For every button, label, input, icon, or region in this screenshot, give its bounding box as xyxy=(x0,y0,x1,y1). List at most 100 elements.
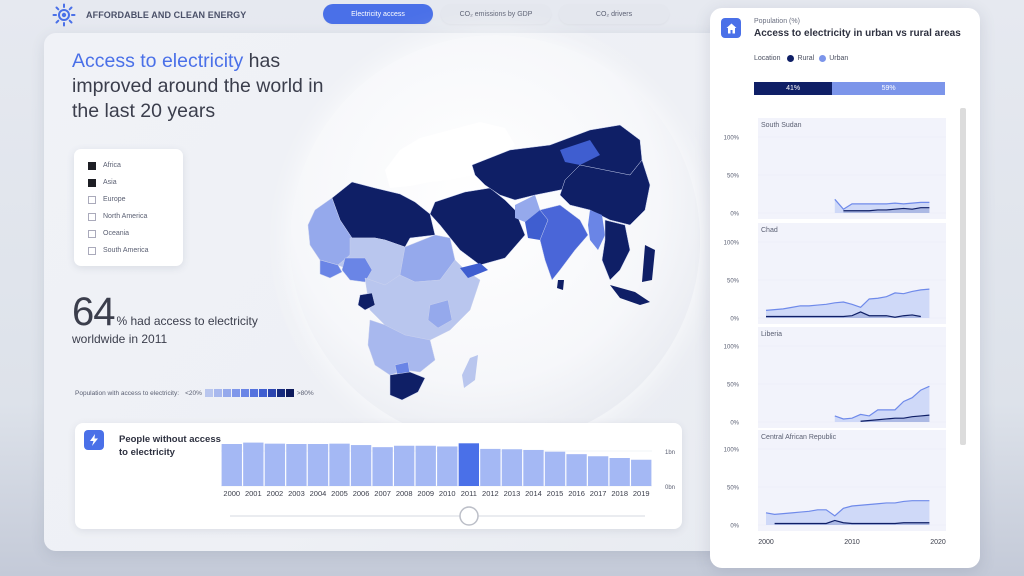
map-region-indonesia[interactable] xyxy=(610,285,650,305)
bar-2012[interactable] xyxy=(480,448,501,486)
checkbox-africa[interactable] xyxy=(88,161,96,170)
map-region-southeast-asia[interactable] xyxy=(601,219,631,281)
x-tick-label: 2010 xyxy=(844,539,860,546)
brand: AFFORDABLE AND CLEAN ENERGY xyxy=(52,3,246,27)
bar-2018[interactable] xyxy=(609,458,630,486)
scale-swatch xyxy=(285,389,294,397)
choropleth-map[interactable] xyxy=(290,110,690,410)
x-tick-label: 2002 xyxy=(267,489,284,498)
scale-swatch xyxy=(204,389,213,397)
bar-2017[interactable] xyxy=(587,456,609,486)
x-tick-label: 2019 xyxy=(633,489,650,498)
x-tick-label: 2009 xyxy=(417,489,434,498)
scale-swatch xyxy=(222,389,231,397)
filter-item-asia[interactable]: Asia xyxy=(88,174,183,191)
region-filter: Africa Asia Europe North America Oceania… xyxy=(74,149,183,266)
checkbox-north-america[interactable] xyxy=(88,212,96,221)
headline-accent: Access to electricity xyxy=(72,50,244,72)
checkbox-oceania[interactable] xyxy=(88,229,96,238)
checkbox-europe[interactable] xyxy=(88,195,96,204)
x-tick-label: 2001 xyxy=(245,489,262,498)
filter-item-north-america[interactable]: North America xyxy=(88,208,183,225)
map-region-madagascar[interactable] xyxy=(462,355,478,388)
x-tick-label: 2003 xyxy=(288,489,305,498)
small-multiple-title: South Sudan xyxy=(761,122,802,129)
bar-2010[interactable] xyxy=(437,446,458,486)
bar-2015[interactable] xyxy=(544,451,566,486)
x-tick-label: 2012 xyxy=(482,489,499,498)
x-tick-label: 2010 xyxy=(439,489,456,498)
bar-2014[interactable] xyxy=(523,449,544,486)
bar-2000[interactable] xyxy=(221,444,242,486)
y-tick-label: 0% xyxy=(730,212,739,218)
filter-label: North America xyxy=(103,213,148,220)
scale-swatch xyxy=(258,389,267,397)
map-region-philippines[interactable] xyxy=(642,245,655,282)
bar-2002[interactable] xyxy=(264,443,286,486)
checkbox-south-america[interactable] xyxy=(88,246,96,255)
scale-swatch xyxy=(267,389,276,397)
bar-2003[interactable] xyxy=(286,444,307,486)
kpi-value: 64 xyxy=(72,290,115,334)
y-tick-label: 100% xyxy=(724,241,740,247)
bar-2011[interactable] xyxy=(458,443,479,486)
filter-label: Asia xyxy=(103,179,117,186)
y-tick-label: 100% xyxy=(724,345,740,351)
sun-icon xyxy=(52,3,76,27)
people-without-access-bar-chart: 2000 2001 2002 2003 2004 2005 2006 2007 2008 2009… xyxy=(221,442,675,526)
filter-label: Europe xyxy=(103,196,126,203)
scale-swatches xyxy=(204,389,294,397)
filter-item-oceania[interactable]: Oceania xyxy=(88,225,183,242)
filter-item-europe[interactable]: Europe xyxy=(88,191,183,208)
bar-2006[interactable] xyxy=(350,445,372,486)
y-tick-label: 1bn xyxy=(665,450,675,456)
bar-2005[interactable] xyxy=(329,443,350,486)
y-tick-label: 0% xyxy=(730,317,739,323)
bar-2016[interactable] xyxy=(566,454,587,486)
page-tabs: Electricity access CO₂ emissions by GDP … xyxy=(323,4,669,24)
small-multiple-title: Liberia xyxy=(761,331,782,338)
x-tick-label: 2013 xyxy=(504,489,521,498)
bar-2009[interactable] xyxy=(415,445,436,486)
tab-co2-emissions-by-gdp[interactable]: CO₂ emissions by GDP xyxy=(441,4,551,24)
bar-2007[interactable] xyxy=(372,447,393,486)
map-region-india[interactable] xyxy=(539,204,589,281)
bar-2013[interactable] xyxy=(501,449,523,486)
x-tick-label: 2000 xyxy=(758,539,774,546)
y-tick-label: 50% xyxy=(727,383,740,389)
scale-swatch xyxy=(276,389,285,397)
map-region-south-africa[interactable] xyxy=(389,371,426,401)
kpi: 64% had access to electricity xyxy=(72,290,258,335)
page-headline: Access to electricity has improved aroun… xyxy=(72,49,332,124)
x-tick-label: 2005 xyxy=(331,489,348,498)
bar-2019[interactable] xyxy=(631,459,652,486)
filter-label: Africa xyxy=(103,162,121,169)
y-tick-label: 100% xyxy=(724,448,740,454)
filter-label: South America xyxy=(103,247,149,254)
filter-item-south-america[interactable]: South America xyxy=(88,242,183,259)
bar-2001[interactable] xyxy=(243,442,264,486)
y-tick-label: 50% xyxy=(727,279,740,285)
bar-2008[interactable] xyxy=(394,445,415,486)
y-tick-label: 0bn xyxy=(665,485,675,491)
tab-electricity-access[interactable]: Electricity access xyxy=(323,4,433,24)
filter-item-africa[interactable]: Africa xyxy=(88,157,183,174)
x-tick-label: 2000 xyxy=(223,489,240,498)
y-tick-label: 50% xyxy=(727,486,740,492)
checkbox-asia[interactable] xyxy=(88,178,96,187)
small-multiple-title: Chad xyxy=(761,227,778,234)
x-tick-label: 2006 xyxy=(353,489,370,498)
year-slider-handle[interactable] xyxy=(459,506,479,526)
x-tick-label: 2011 xyxy=(461,489,477,498)
country-small-multiples: 0% 50% 100% South Sudan 0% 50% 100% Chad 0% 50% 10… xyxy=(724,118,946,546)
bar-2004[interactable] xyxy=(307,444,329,486)
map-region-sri-lanka[interactable] xyxy=(557,280,564,290)
small-multiple-title: Central African Republic xyxy=(761,434,837,441)
x-tick-label: 2018 xyxy=(611,489,628,498)
scale-label: Population with access to electricity: xyxy=(75,389,180,397)
y-tick-label: 50% xyxy=(727,174,740,180)
x-tick-label: 2020 xyxy=(930,539,946,546)
kpi-subtext: worldwide in 2011 xyxy=(72,332,168,346)
scale-swatch xyxy=(213,389,222,397)
tab-co2-drivers[interactable]: CO₂ drivers xyxy=(559,4,669,24)
